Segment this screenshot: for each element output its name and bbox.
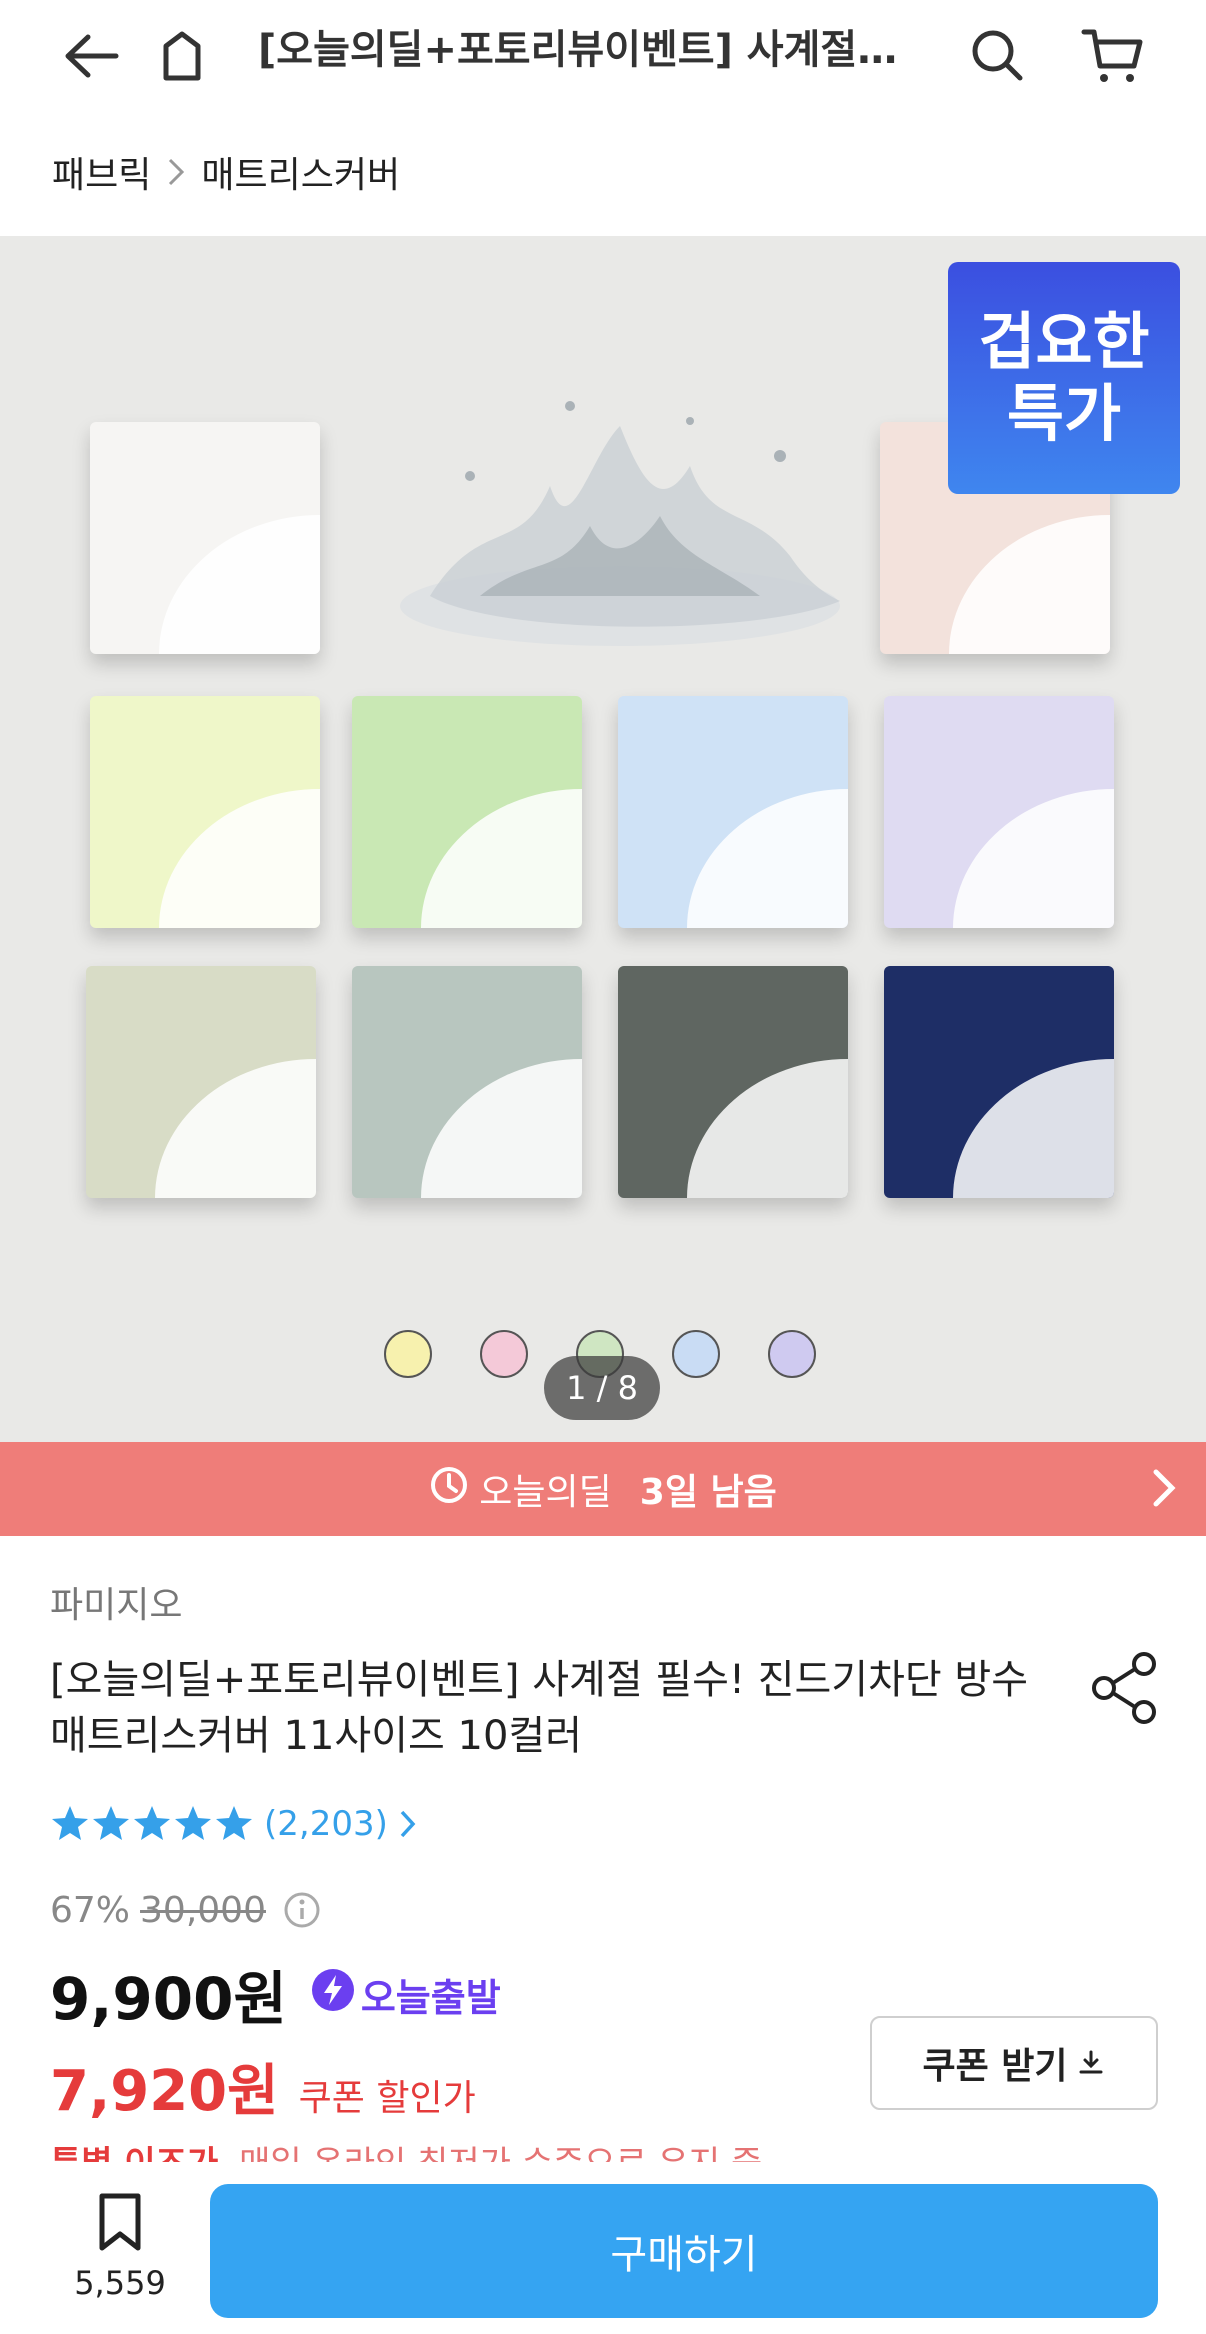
bookmark-button[interactable]: 5,559 <box>60 2192 180 2312</box>
product-swatch-charcoal <box>618 966 848 1198</box>
product-swatch-sage <box>352 966 582 1198</box>
sale-price: 9,900원 <box>50 1965 287 2033</box>
back-arrow-icon[interactable] <box>50 16 130 96</box>
page-title: [오늘의딜+포토리뷰이벤트] 사계절… <box>258 27 898 73</box>
home-icon[interactable] <box>142 16 222 96</box>
coupon-price: 7,920원 <box>50 2059 279 2124</box>
product-title: [오늘의딜+포토리뷰이벤트] 사계절 필수! 진드기차단 방수 매트리스커버 1… <box>50 1657 1029 1759</box>
search-icon[interactable] <box>958 16 1038 96</box>
chevron-right-icon <box>165 155 187 189</box>
coupon-price-row: 7,920원 쿠폰 할인가 <box>50 2046 476 2124</box>
chevron-right-icon <box>1148 1466 1178 1519</box>
product-swatch-lavender <box>884 696 1114 928</box>
product-swatch-yellow <box>90 696 320 928</box>
breadcrumb-item-mattress-cover[interactable]: 매트리스커버 <box>201 146 400 198</box>
deal-badge: 겁요한 특가 <box>948 262 1180 494</box>
discount-rate: 67% <box>50 1889 131 1931</box>
product-swatch-white <box>90 422 320 654</box>
chevron-right-icon <box>398 1808 418 1840</box>
shipping-badge-label: 오늘출발 <box>360 1975 501 2020</box>
product-swatch-blue <box>618 696 848 928</box>
image-pager: 1 / 8 <box>544 1356 660 1420</box>
deal-timer-banner[interactable]: 오늘의딜 3일 남음 <box>0 1442 1206 1536</box>
price-row: 9,900원 오늘출발 <box>50 1956 501 2033</box>
deal-badge-line2: 특가 <box>1006 377 1122 450</box>
deal-badge-line1: 겁요한 <box>978 305 1150 378</box>
coupon-price-label: 쿠폰 할인가 <box>298 2078 476 2119</box>
brand-name[interactable]: 파미지오 <box>50 1576 182 1628</box>
original-price: 30,000 <box>140 1889 266 1931</box>
bottom-action-bar: 5,559 구매하기 <box>0 2162 1206 2334</box>
original-price-row: 67% 30,000 <box>50 1884 322 1936</box>
rating-row[interactable]: (2,203) <box>50 1800 418 1848</box>
info-icon[interactable] <box>282 1890 322 1930</box>
deal-remaining: 3일 남음 <box>639 1472 777 1513</box>
color-dot-yellow[interactable] <box>384 1330 432 1378</box>
get-coupon-button[interactable]: 쿠폰 받기 <box>870 2016 1158 2110</box>
shipping-badge: 오늘출발 <box>311 1967 501 2022</box>
breadcrumb-item-fabric[interactable]: 패브릭 <box>52 146 151 198</box>
color-dot-lavender[interactable] <box>768 1330 816 1378</box>
bookmark-icon <box>94 2192 146 2256</box>
buy-button[interactable]: 구매하기 <box>210 2184 1158 2318</box>
star-rating <box>50 1804 252 1844</box>
share-icon[interactable] <box>1086 1648 1166 1728</box>
product-swatch-beige <box>86 966 316 1198</box>
product-swatch-navy <box>884 966 1114 1198</box>
product-image-carousel[interactable]: 겁요한 특가 1 / 8 <box>0 236 1206 1442</box>
download-icon <box>1076 2048 1106 2078</box>
product-swatch-green <box>352 696 582 928</box>
breadcrumb: 패브릭 매트리스커버 <box>52 146 400 198</box>
water-splash-image <box>400 401 840 646</box>
cart-icon[interactable] <box>1072 16 1152 96</box>
deal-label: 오늘의딜 <box>479 1472 612 1513</box>
color-dot-pink[interactable] <box>480 1330 528 1378</box>
top-bar: [오늘의딜+포토리뷰이벤트] 사계절… <box>0 0 1206 120</box>
clock-icon <box>429 1465 469 1514</box>
color-dot-blue[interactable] <box>672 1330 720 1378</box>
get-coupon-label: 쿠폰 받기 <box>922 2046 1068 2087</box>
lightning-icon <box>311 1968 355 2021</box>
review-count[interactable]: (2,203) <box>264 1804 388 1844</box>
bookmark-count: 5,559 <box>74 2264 166 2302</box>
